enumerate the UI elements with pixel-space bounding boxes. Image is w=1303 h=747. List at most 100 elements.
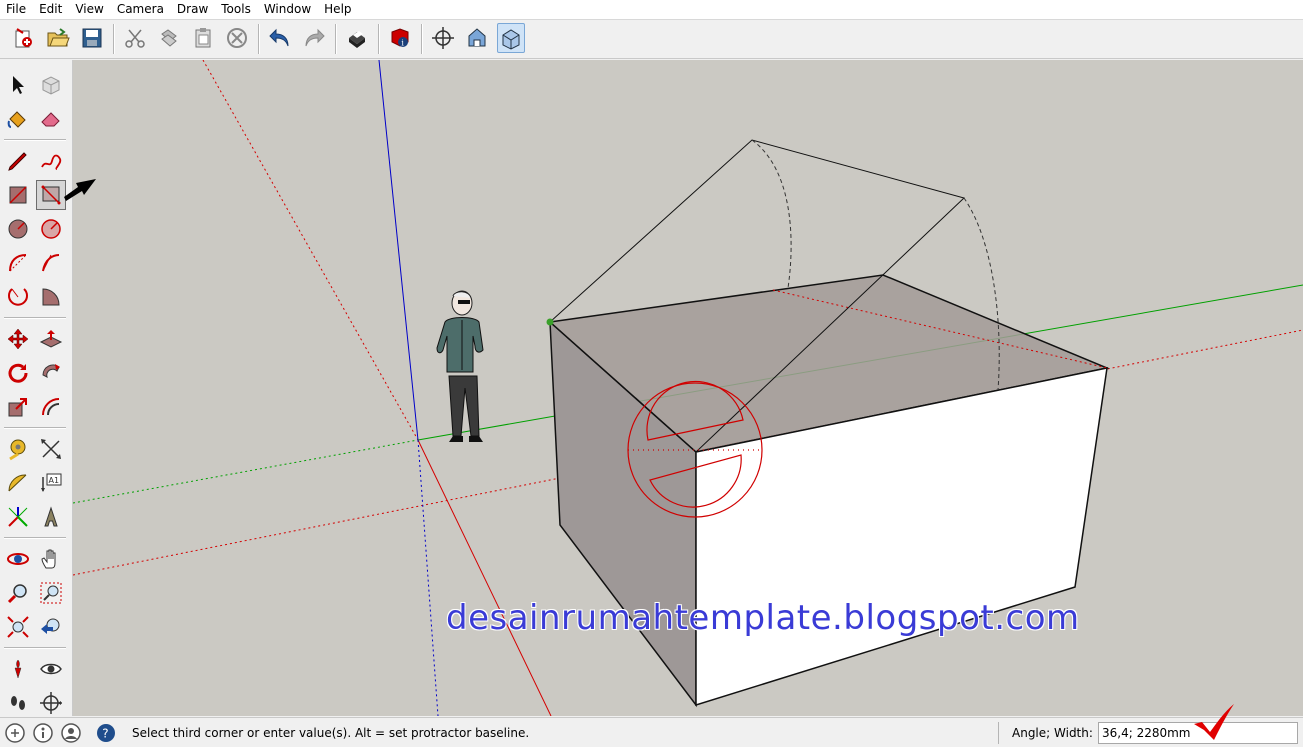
circle-icon xyxy=(8,219,28,239)
menu-file[interactable]: File xyxy=(0,0,33,19)
cut-button[interactable] xyxy=(121,23,149,53)
palette-separator xyxy=(4,647,66,649)
pointer-arrow-icon xyxy=(64,179,96,201)
orbit-tool[interactable] xyxy=(3,544,33,574)
freehand-tool[interactable] xyxy=(36,146,66,176)
circle-tool[interactable] xyxy=(3,214,33,244)
text-tool[interactable]: A1 xyxy=(36,468,66,498)
checkmark-icon xyxy=(1194,704,1234,740)
model-viewport[interactable]: desainrumahtemplate.blogspot.com xyxy=(73,60,1303,716)
look-around-tool[interactable] xyxy=(36,654,66,684)
blue-axis-negative xyxy=(417,439,439,716)
move-tool[interactable] xyxy=(3,324,33,354)
follow-me-tool[interactable] xyxy=(36,358,66,388)
push-pull-tool[interactable] xyxy=(36,324,66,354)
dimension-tool[interactable] xyxy=(36,434,66,464)
red-axis-positive xyxy=(417,439,552,716)
eraser-icon xyxy=(41,112,60,127)
svg-text:?: ? xyxy=(102,727,108,741)
print-button[interactable] xyxy=(343,23,371,53)
new-model-button[interactable] xyxy=(10,23,38,53)
undo-button[interactable] xyxy=(266,23,294,53)
menu-view[interactable]: View xyxy=(69,0,110,19)
blue-axis-positive xyxy=(378,60,419,441)
menu-draw[interactable]: Draw xyxy=(171,0,215,19)
text-icon: A1 xyxy=(41,473,62,492)
three-point-arc-icon xyxy=(8,288,28,306)
credits-icon[interactable] xyxy=(32,722,54,744)
menu-help[interactable]: Help xyxy=(318,0,358,19)
menu-camera[interactable]: Camera xyxy=(111,0,171,19)
start-point-marker xyxy=(546,318,554,326)
toolbar-separator xyxy=(335,24,337,54)
save-button[interactable] xyxy=(78,23,106,53)
open-button[interactable] xyxy=(44,23,72,53)
select-tool[interactable] xyxy=(3,70,33,100)
palette-separator xyxy=(4,427,66,429)
zoom-icon xyxy=(7,584,27,604)
delete-circle-icon xyxy=(227,28,247,48)
menu-edit[interactable]: Edit xyxy=(33,0,69,19)
paint-bucket-tool[interactable] xyxy=(3,104,33,134)
pan-tool[interactable] xyxy=(36,544,66,574)
rotate-tool[interactable] xyxy=(3,358,33,388)
model-info-button[interactable]: i xyxy=(386,23,414,53)
zoom-extents-icon xyxy=(7,616,29,638)
select-icon xyxy=(13,76,24,94)
polygon-tool[interactable] xyxy=(36,214,66,244)
tape-measure-icon xyxy=(9,439,26,461)
iso-view-button[interactable] xyxy=(463,23,491,53)
position-camera-tool[interactable] xyxy=(3,654,33,684)
open-folder-icon xyxy=(47,28,70,47)
save-disk-icon xyxy=(82,28,102,48)
front-view-button[interactable] xyxy=(497,23,525,53)
status-message: Select third corner or enter value(s). A… xyxy=(132,726,530,740)
paste-button[interactable] xyxy=(189,23,217,53)
two-point-arc-icon xyxy=(42,254,60,272)
menu-tools[interactable]: Tools xyxy=(215,0,258,19)
geo-location-icon[interactable] xyxy=(4,722,26,744)
copy-button[interactable] xyxy=(155,23,183,53)
position-camera-icon xyxy=(14,659,22,679)
toolbar-separator xyxy=(113,24,115,54)
rotated-rectangle-tool[interactable] xyxy=(36,180,66,210)
section-plane-icon xyxy=(40,692,62,714)
make-component-tool[interactable] xyxy=(36,70,66,100)
zoom-window-icon xyxy=(40,582,62,604)
3d-text-icon xyxy=(44,506,58,527)
toolbar-separator xyxy=(421,24,423,54)
help-icon[interactable]: ? xyxy=(95,722,117,744)
rectangle-tool[interactable] xyxy=(3,180,33,210)
house-box-icon xyxy=(502,29,520,50)
user-account-icon[interactable] xyxy=(60,722,82,744)
pie-tool[interactable] xyxy=(36,282,66,312)
make-component-button[interactable] xyxy=(429,23,457,53)
offset-tool[interactable] xyxy=(36,392,66,422)
section-plane-tool[interactable] xyxy=(36,688,66,718)
arc-tool[interactable] xyxy=(3,248,33,278)
tool-palette: A1 xyxy=(0,60,73,716)
walk-tool[interactable] xyxy=(3,688,33,718)
menu-window[interactable]: Window xyxy=(258,0,318,19)
tape-measure-tool[interactable] xyxy=(3,434,33,464)
scale-tool[interactable] xyxy=(3,392,33,422)
model-info-icon: i xyxy=(391,28,409,48)
two-point-arc-tool[interactable] xyxy=(36,248,66,278)
zoom-extents-tool[interactable] xyxy=(3,612,33,642)
paste-icon xyxy=(195,28,211,48)
house-blue-icon xyxy=(468,28,486,47)
erase-button[interactable] xyxy=(223,23,251,53)
zoom-window-tool[interactable] xyxy=(36,578,66,608)
axes-tool[interactable] xyxy=(3,502,33,532)
line-tool[interactable] xyxy=(3,146,33,176)
polygon-icon xyxy=(41,219,61,239)
redo-button[interactable] xyxy=(300,23,328,53)
three-point-arc-tool[interactable] xyxy=(3,282,33,312)
protractor-tool[interactable] xyxy=(3,468,33,498)
toolbar-separator xyxy=(378,24,380,54)
eraser-tool[interactable] xyxy=(36,104,66,134)
previous-view-tool[interactable] xyxy=(36,612,66,642)
zoom-tool[interactable] xyxy=(3,578,33,608)
3d-text-tool[interactable] xyxy=(36,502,66,532)
scale-figure xyxy=(436,290,484,442)
